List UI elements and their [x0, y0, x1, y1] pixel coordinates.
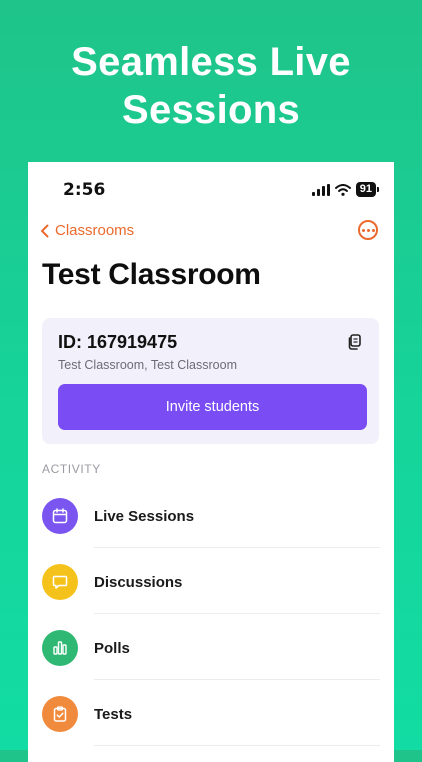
- item-icon-circle: [42, 564, 78, 600]
- signal-icon: [311, 183, 330, 196]
- activity-item-live-sessions[interactable]: Live Sessions: [42, 482, 394, 548]
- item-icon-circle: [42, 696, 78, 732]
- chat-bubble-icon: [52, 575, 68, 589]
- activity-item-label: Polls: [94, 640, 130, 657]
- navigation-bar: Classrooms: [28, 220, 394, 248]
- activity-item-discussions[interactable]: Discussions: [42, 548, 394, 614]
- activity-item-tests[interactable]: Tests: [42, 680, 394, 746]
- copy-icon: [348, 334, 361, 350]
- item-icon-circle: [42, 498, 78, 534]
- more-dot: [371, 228, 375, 232]
- phone-screen: 2:56 91 Classrooms Test Classroom ID: 16…: [28, 162, 394, 762]
- headline-line-2: Sessions: [121, 88, 301, 132]
- activity-item-label: Tests: [94, 706, 133, 723]
- battery-icon: 91: [355, 182, 380, 197]
- promo-headline: Seamless Live Sessions: [0, 38, 422, 134]
- activity-list: Live Sessions Discussions Polls Tests: [42, 482, 394, 746]
- back-label: Classrooms: [55, 222, 135, 239]
- wifi-icon: [334, 183, 351, 196]
- chevron-left-icon: [41, 224, 49, 237]
- classroom-card: ID: 167919475 Test Classroom, Test Class…: [42, 318, 379, 444]
- activity-item-label: Live Sessions: [94, 508, 195, 525]
- clipboard-check-icon: [53, 706, 67, 722]
- page-title: Test Classroom: [42, 258, 261, 291]
- activity-item-polls[interactable]: Polls: [42, 614, 394, 680]
- calendar-icon: [52, 508, 68, 524]
- more-options-button[interactable]: [358, 220, 378, 240]
- classroom-subtitle: Test Classroom, Test Classroom: [58, 358, 237, 372]
- copy-button[interactable]: [347, 334, 361, 355]
- status-time: 2:56: [63, 180, 106, 200]
- invite-students-button[interactable]: Invite students: [58, 384, 367, 430]
- status-icons: 91: [311, 182, 380, 197]
- headline-line-1: Seamless Live: [71, 40, 351, 84]
- item-icon-circle: [42, 630, 78, 666]
- activity-item-label: Discussions: [94, 574, 183, 591]
- bar-chart-icon: [53, 641, 67, 655]
- divider: [94, 745, 380, 746]
- more-dot: [361, 228, 365, 232]
- back-button[interactable]: Classrooms: [40, 222, 134, 239]
- status-bar: 2:56 91: [28, 162, 394, 218]
- section-header-activity: ACTIVITY: [42, 462, 101, 476]
- classroom-id: ID: 167919475: [58, 332, 178, 352]
- more-dot: [366, 228, 370, 232]
